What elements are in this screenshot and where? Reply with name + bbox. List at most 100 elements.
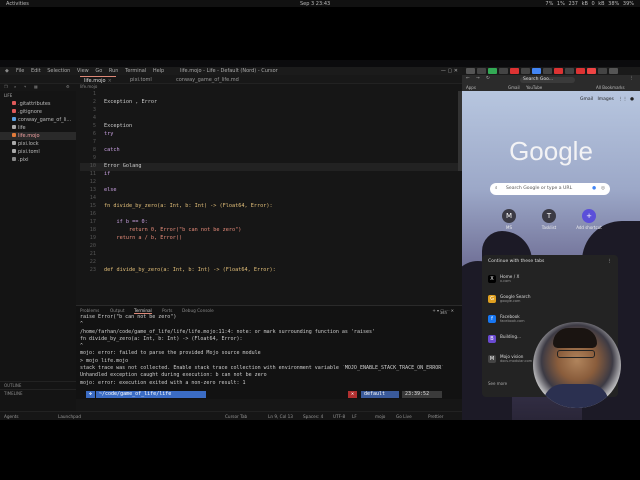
- indentation[interactable]: Spaces: 4: [303, 414, 323, 419]
- bookmark-apps[interactable]: Apps: [466, 85, 476, 90]
- code-line[interactable]: 10 Error Golang: [80, 163, 142, 171]
- timeline-section[interactable]: TIMELINE: [0, 389, 76, 397]
- clock[interactable]: Sep 3 23:43: [300, 1, 330, 7]
- search-icon[interactable]: ⌕: [14, 84, 16, 89]
- continue-item[interactable]: f Facebook facebook.com: [488, 313, 548, 327]
- terminal-output[interactable]: raise Error("b can not be zero") ^/home/…: [76, 314, 462, 387]
- forward-icon[interactable]: →: [476, 76, 480, 81]
- gear-icon[interactable]: ⚙: [66, 84, 70, 89]
- browser-tab[interactable]: [477, 68, 486, 74]
- go-live[interactable]: Go Live: [396, 414, 412, 419]
- continue-item[interactable]: G Google Search google.com: [488, 293, 548, 307]
- code-line[interactable]: 6 try: [80, 131, 114, 139]
- file-item[interactable]: pixi.lock: [0, 140, 76, 148]
- code-line[interactable]: 17 if b == 0:: [80, 219, 148, 227]
- code-line[interactable]: 13 else: [80, 187, 117, 195]
- explorer-header[interactable]: LIFE: [0, 91, 76, 100]
- menu-terminal[interactable]: Terminal: [125, 68, 146, 74]
- tab-terminal[interactable]: Terminal: [134, 308, 152, 314]
- code-line[interactable]: 2 Exception , Error: [80, 99, 157, 107]
- shortcut-tile[interactable]: T Tasklist: [536, 209, 562, 230]
- file-item[interactable]: .gitignore: [0, 108, 76, 116]
- microphone-icon[interactable]: ●: [592, 183, 596, 195]
- tab-debug-console[interactable]: Debug Console: [182, 308, 214, 313]
- code-line[interactable]: 14: [80, 195, 104, 203]
- reload-icon[interactable]: ↻: [486, 76, 490, 81]
- tab-problems[interactable]: Problems: [80, 308, 99, 313]
- outline-section[interactable]: OUTLINE: [0, 381, 76, 389]
- folder-item[interactable]: .pixi: [0, 156, 76, 164]
- code-line[interactable]: 4: [80, 115, 104, 123]
- window-controls[interactable]: — ▢ ✕: [441, 68, 458, 74]
- code-line[interactable]: 1: [80, 91, 104, 99]
- code-line[interactable]: 15 fn divide_by_zero(a: Int, b: Int) -> (…: [80, 203, 273, 211]
- menu-file[interactable]: File: [16, 68, 24, 74]
- eol[interactable]: LF: [352, 414, 357, 419]
- code-line[interactable]: 16: [80, 211, 104, 219]
- language-mode[interactable]: mojo: [375, 414, 385, 419]
- code-line[interactable]: 3: [80, 107, 104, 115]
- gmail-link[interactable]: Gmail: [580, 97, 593, 102]
- menu-selection[interactable]: Selection: [47, 68, 70, 74]
- source-control-icon[interactable]: ⑂: [24, 84, 26, 89]
- bookmark-youtube[interactable]: YouTube: [526, 85, 542, 90]
- browser-tab[interactable]: [532, 68, 541, 74]
- images-link[interactable]: Images: [597, 97, 613, 102]
- code-line[interactable]: 5 Exception: [80, 123, 132, 131]
- file-item[interactable]: life: [0, 124, 76, 132]
- menu-view[interactable]: View: [77, 68, 89, 74]
- browser-tab[interactable]: [565, 68, 574, 74]
- address-bar[interactable]: Search Goo...: [520, 76, 575, 83]
- extensions-icon[interactable]: ▦: [34, 84, 38, 89]
- tab-pixi-toml[interactable]: pixi.toml: [126, 76, 156, 84]
- continue-item[interactable]: X Home / X x.com: [488, 273, 608, 287]
- lens-icon[interactable]: ◎: [601, 183, 605, 195]
- menu-run[interactable]: Run: [109, 68, 119, 74]
- activities-button[interactable]: Activities: [6, 1, 29, 7]
- encoding[interactable]: UTF-8: [333, 414, 345, 419]
- menu-go[interactable]: Go: [95, 68, 102, 74]
- code-line[interactable]: 22: [80, 259, 104, 267]
- apps-grid-icon[interactable]: ⋮⋮: [618, 97, 627, 102]
- browser-tab[interactable]: [521, 68, 530, 74]
- prettier[interactable]: Prettier: [428, 414, 443, 419]
- terminal-actions[interactable]: + ▾ zsh ▢ ⋯ ✕: [432, 308, 454, 315]
- code-line[interactable]: 23 def divide_by_zero(a: Int, b: Int) -> …: [80, 267, 276, 275]
- code-line[interactable]: 8 catch: [80, 147, 120, 155]
- code-line[interactable]: 20: [80, 243, 104, 251]
- code-line[interactable]: 9: [80, 155, 104, 163]
- browser-tab[interactable]: [587, 68, 596, 74]
- tab-ports[interactable]: Ports: [162, 308, 172, 313]
- cursor-tab-item[interactable]: Cursor Tab: [225, 414, 247, 419]
- add-shortcut-tile[interactable]: + Add shortcut: [576, 209, 602, 230]
- code-line[interactable]: 12: [80, 179, 104, 187]
- bookmark-all[interactable]: All Bookmarks: [596, 85, 625, 90]
- cursor-position[interactable]: Ln 9, Col 13: [268, 414, 293, 419]
- bookmark-gmail[interactable]: Gmail: [508, 85, 520, 90]
- shortcut-tile[interactable]: M MS: [496, 209, 522, 230]
- code-line[interactable]: 19 return a / b, Error(): [80, 235, 182, 243]
- code-line[interactable]: 18 return 0, Error("b can not be zero"): [80, 227, 242, 235]
- file-item[interactable]: pixi.toml: [0, 148, 76, 156]
- google-search-box[interactable]: ⌕ Search Google or type a URL ● ◎: [490, 183, 610, 195]
- avatar[interactable]: ●: [630, 97, 634, 102]
- tab-output[interactable]: Output: [110, 308, 125, 313]
- browser-tab[interactable]: [609, 68, 618, 74]
- back-icon[interactable]: ←: [466, 76, 470, 81]
- see-more-link[interactable]: See more: [488, 381, 507, 386]
- code-line[interactable]: 21: [80, 251, 104, 259]
- menu-icon[interactable]: ⋮: [630, 76, 635, 81]
- code-line[interactable]: 11 if: [80, 171, 111, 179]
- browser-tab[interactable]: [543, 68, 552, 74]
- system-status[interactable]: 7% 1% 237 kB 0 kB 38% 39%: [545, 1, 634, 7]
- browser-tab[interactable]: [554, 68, 563, 74]
- code-line[interactable]: 7: [80, 139, 104, 147]
- browser-tab[interactable]: [499, 68, 508, 74]
- browser-tab[interactable]: [488, 68, 497, 74]
- launchpad-item[interactable]: Launchpad: [58, 414, 81, 419]
- file-item[interactable]: life.mojo: [0, 132, 76, 140]
- menu-edit[interactable]: Edit: [31, 68, 41, 74]
- menu-help[interactable]: Help: [153, 68, 164, 74]
- file-item[interactable]: .gitattributes: [0, 100, 76, 108]
- more-icon[interactable]: ⋮: [608, 259, 613, 264]
